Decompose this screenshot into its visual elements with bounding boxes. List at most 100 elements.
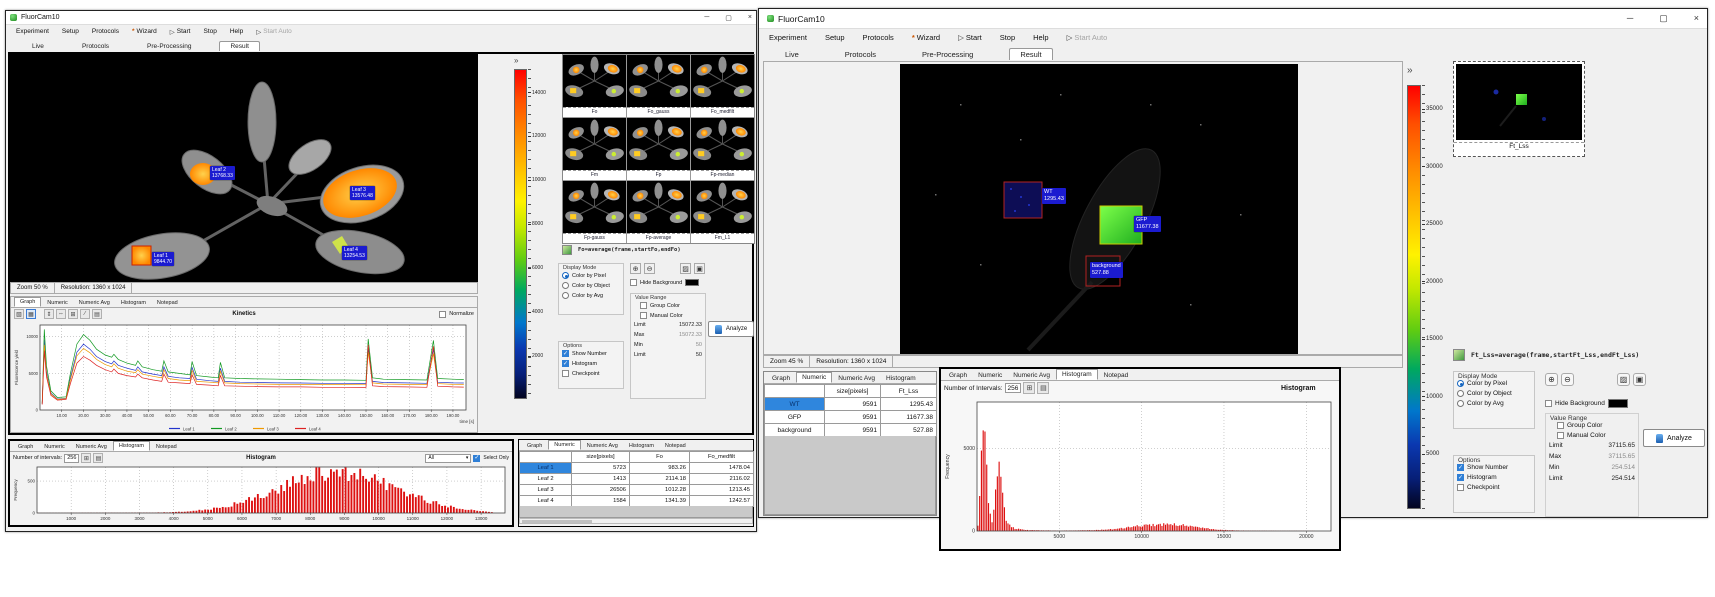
column-header-fo-medfilt[interactable]: Fo_medfilt bbox=[690, 452, 754, 463]
leaf1-label[interactable]: Leaf 19844.70 bbox=[152, 252, 174, 266]
group-color-toggle[interactable]: Group Color bbox=[1557, 422, 1635, 429]
thumb-fm[interactable]: Fm bbox=[563, 118, 626, 180]
checkpoint-toggle[interactable]: Checkpoint bbox=[562, 370, 620, 377]
save-icon[interactable]: ▣ bbox=[694, 263, 705, 274]
save-chart-icon[interactable]: ▦ bbox=[26, 309, 36, 319]
tab-graph[interactable]: Graph bbox=[13, 443, 38, 451]
normalize-toggle[interactable]: Normalize bbox=[439, 311, 474, 318]
left-histogram-chart[interactable]: 1000200030004000500060007000800090001000… bbox=[11, 464, 511, 525]
tab-numeric[interactable]: Numeric bbox=[973, 371, 1007, 380]
tab-notepad[interactable]: Notepad bbox=[152, 299, 183, 307]
tab-histogram[interactable]: Histogram bbox=[624, 442, 659, 450]
tab-result[interactable]: Result bbox=[1009, 48, 1052, 60]
tab-histogram[interactable]: Histogram bbox=[113, 441, 150, 451]
menu-start-auto[interactable]: ▷Start Auto bbox=[1067, 33, 1108, 42]
minimize-button[interactable]: ─ bbox=[1627, 13, 1633, 24]
left-main-image[interactable]: Leaf 213768.33 Leaf 313576.48 Leaf 19844… bbox=[10, 54, 478, 282]
save-icon[interactable]: ▣ bbox=[1633, 373, 1646, 386]
zoom-out-icon[interactable]: ⊖ bbox=[644, 263, 655, 274]
tab-notepad[interactable]: Notepad bbox=[151, 443, 182, 451]
column-header-size[interactable]: size[pixels] bbox=[825, 385, 881, 398]
tab-numeric-avg[interactable]: Numeric Avg bbox=[1008, 371, 1055, 380]
color-by-avg-radio[interactable]: Color by Avg bbox=[1457, 400, 1531, 407]
manual-color-toggle[interactable]: Manual Color bbox=[640, 312, 702, 319]
right-histogram-chart[interactable]: 500010000150002000005000Frequency bbox=[943, 397, 1339, 547]
color-by-pixel-radio[interactable]: Color by Pixel bbox=[1457, 380, 1531, 387]
tab-histogram[interactable]: Histogram bbox=[881, 374, 921, 383]
color-by-object-radio[interactable]: Color by Object bbox=[1457, 390, 1531, 397]
color-by-avg-radio[interactable]: Color by Avg bbox=[562, 292, 620, 299]
background-color-swatch[interactable] bbox=[1608, 399, 1628, 408]
thumb-fm-l1[interactable]: Fm_L1 bbox=[691, 181, 754, 243]
checkpoint-toggle[interactable]: Checkpoint bbox=[1457, 484, 1531, 491]
thumb-fp-gauss[interactable]: Fp-gauss bbox=[563, 181, 626, 243]
tab-numeric[interactable]: Numeric bbox=[796, 372, 832, 383]
show-number-toggle[interactable]: Show Number bbox=[1457, 464, 1531, 471]
select-only-toggle[interactable]: Select Only bbox=[473, 455, 509, 462]
menu-start[interactable]: ▷Start bbox=[958, 33, 982, 42]
select-only-checkbox[interactable] bbox=[473, 455, 480, 462]
menu-help[interactable]: Help bbox=[230, 28, 243, 35]
pan-icon[interactable]: ⊞ bbox=[1023, 382, 1035, 394]
close-button[interactable]: × bbox=[748, 14, 752, 22]
group-color-toggle[interactable]: Group Color bbox=[640, 302, 702, 309]
thumb-fp-median[interactable]: Fp-median bbox=[691, 118, 754, 180]
gfp-label[interactable]: GFP11677.38 bbox=[1134, 216, 1161, 232]
zoom-in-icon[interactable]: ⊕ bbox=[1545, 373, 1558, 386]
printer-icon[interactable]: ▤ bbox=[1037, 382, 1049, 394]
menu-setup[interactable]: Setup bbox=[62, 28, 79, 35]
tab-graph[interactable]: Graph bbox=[944, 371, 972, 380]
tab-live[interactable]: Live bbox=[22, 42, 54, 51]
zoom-in-icon[interactable]: ⊕ bbox=[630, 263, 641, 274]
column-header[interactable] bbox=[765, 385, 825, 398]
menu-protocols[interactable]: Protocols bbox=[92, 28, 119, 35]
fit-horizontal-icon[interactable]: ⇔ bbox=[56, 309, 66, 319]
hide-background-checkbox[interactable] bbox=[1545, 400, 1552, 407]
hide-background-toggle[interactable]: Hide Background bbox=[630, 279, 699, 286]
pan-icon[interactable]: ⊞ bbox=[68, 309, 78, 319]
leaf4-label[interactable]: Leaf 413254.53 bbox=[342, 246, 367, 260]
tab-numeric[interactable]: Numeric bbox=[548, 440, 580, 450]
color-by-object-radio[interactable]: Color by Object bbox=[562, 282, 620, 289]
thumb-fo[interactable]: Fo bbox=[563, 55, 626, 117]
analyze-button[interactable]: Analyze bbox=[1643, 429, 1705, 447]
maximize-button[interactable]: ▢ bbox=[1659, 13, 1668, 24]
tab-notepad[interactable]: Notepad bbox=[660, 442, 691, 450]
chart-export-icon[interactable]: ▧ bbox=[14, 309, 24, 319]
object-filter-dropdown[interactable]: All ▾ bbox=[425, 454, 471, 463]
tab-result[interactable]: Result bbox=[219, 41, 259, 51]
scale-icon[interactable]: ∕ bbox=[80, 309, 90, 319]
ftlss-thumbnail[interactable]: Ft_Lss bbox=[1453, 61, 1585, 157]
leaf2-label[interactable]: Leaf 213768.33 bbox=[210, 166, 235, 180]
menu-experiment[interactable]: Experiment bbox=[16, 28, 49, 35]
tab-numeric-avg[interactable]: Numeric Avg bbox=[74, 299, 115, 307]
intervals-input[interactable]: 256 bbox=[64, 454, 79, 463]
menu-protocols[interactable]: Protocols bbox=[863, 33, 894, 42]
menu-help[interactable]: Help bbox=[1033, 33, 1048, 42]
tab-pre-processing[interactable]: Pre-Processing bbox=[137, 42, 201, 51]
column-header-ftlss[interactable]: Ft_Lss bbox=[881, 385, 937, 398]
zoom-out-icon[interactable]: ⊖ bbox=[1561, 373, 1574, 386]
printer-icon[interactable]: ▤ bbox=[93, 453, 103, 463]
tab-graph[interactable]: Graph bbox=[14, 297, 41, 307]
close-button[interactable]: × bbox=[1694, 13, 1699, 24]
menu-stop[interactable]: Stop bbox=[203, 28, 216, 35]
column-header-fo[interactable]: Fo bbox=[630, 452, 690, 463]
expand-chevron-icon[interactable]: » bbox=[514, 56, 517, 65]
tab-numeric[interactable]: Numeric bbox=[39, 443, 69, 451]
open-icon[interactable]: ▨ bbox=[680, 263, 691, 274]
tab-histogram[interactable]: Histogram bbox=[116, 299, 151, 307]
maximize-button[interactable]: ▢ bbox=[725, 14, 732, 22]
background-color-swatch[interactable] bbox=[685, 279, 699, 286]
normalize-checkbox[interactable] bbox=[439, 311, 446, 318]
menu-wizard[interactable]: *Wizard bbox=[912, 33, 940, 42]
tab-pre-processing[interactable]: Pre-Processing bbox=[912, 49, 983, 60]
open-icon[interactable]: ▨ bbox=[1617, 373, 1630, 386]
menu-setup[interactable]: Setup bbox=[825, 33, 845, 42]
expand-chevron-icon[interactable]: » bbox=[1407, 65, 1412, 76]
grid-icon[interactable]: ▤ bbox=[92, 309, 102, 319]
histogram-toggle[interactable]: Histogram bbox=[1457, 474, 1531, 481]
color-by-pixel-radio[interactable]: Color by Pixel bbox=[562, 272, 620, 279]
thumb-fp-average[interactable]: Fp-average bbox=[627, 181, 690, 243]
right-main-image[interactable]: WT1295.43 GFP11677.38 background527.88 bbox=[900, 64, 1298, 354]
